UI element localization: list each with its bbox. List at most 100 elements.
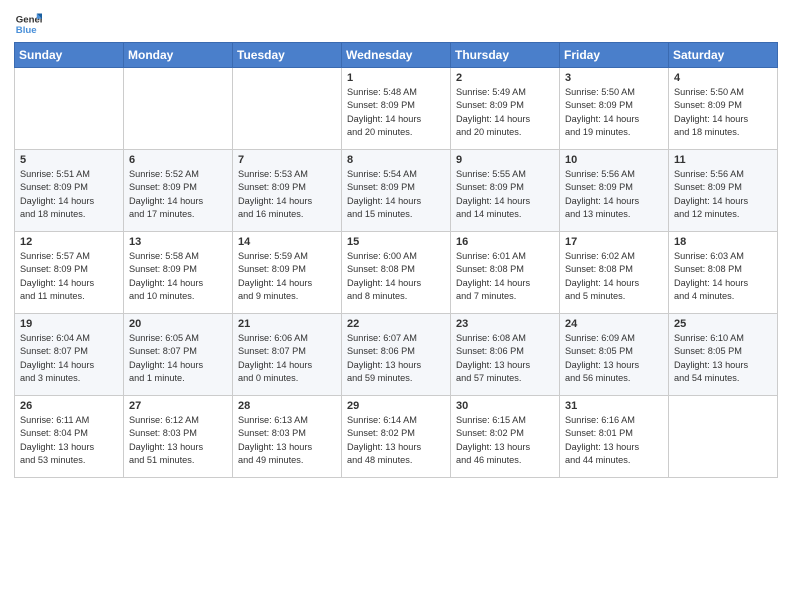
- day-cell: 12Sunrise: 5:57 AM Sunset: 8:09 PM Dayli…: [15, 232, 124, 314]
- day-cell: 26Sunrise: 6:11 AM Sunset: 8:04 PM Dayli…: [15, 396, 124, 478]
- weekday-header-monday: Monday: [124, 43, 233, 68]
- day-info: Sunrise: 5:50 AM Sunset: 8:09 PM Dayligh…: [565, 86, 664, 139]
- day-cell: 4 Sunrise: 5:50 AM Sunset: 8:09 PM Daylig…: [669, 68, 778, 150]
- weekday-header-thursday: Thursday: [451, 43, 560, 68]
- calendar-table: SundayMondayTuesdayWednesdayThursdayFrid…: [14, 42, 778, 478]
- day-cell: 10Sunrise: 5:56 AM Sunset: 8:09 PM Dayli…: [560, 150, 669, 232]
- weekday-header-saturday: Saturday: [669, 43, 778, 68]
- day-info: Sunrise: 6:06 AM Sunset: 8:07 PM Dayligh…: [238, 332, 337, 385]
- day-number: 23: [456, 318, 555, 330]
- day-number: 15: [347, 236, 446, 248]
- day-cell: 22 Sunrise: 6:07 AM Sunset: 8:06 PM Dayli…: [342, 314, 451, 396]
- day-info: Sunrise: 5:49 AM Sunset: 8:09 PM Dayligh…: [456, 86, 555, 139]
- day-number: 16: [456, 236, 555, 248]
- day-info: Sunrise: 6:13 AM Sunset: 8:03 PM Dayligh…: [238, 414, 337, 467]
- day-cell: [669, 396, 778, 478]
- day-info: Sunrise: 5:59 AM Sunset: 8:09 PM Dayligh…: [238, 250, 337, 303]
- day-number: 28: [238, 400, 337, 412]
- weekday-header-wednesday: Wednesday: [342, 43, 451, 68]
- day-info: Sunrise: 6:14 AM Sunset: 8:02 PM Dayligh…: [347, 414, 446, 467]
- logo: General Blue: [14, 10, 42, 38]
- day-info: Sunrise: 5:51 AM Sunset: 8:09 PM Dayligh…: [20, 168, 119, 221]
- day-number: 30: [456, 400, 555, 412]
- day-number: 18: [674, 236, 773, 248]
- day-cell: 29 Sunrise: 6:14 AM Sunset: 8:02 PM Dayli…: [342, 396, 451, 478]
- day-info: Sunrise: 6:03 AM Sunset: 8:08 PM Dayligh…: [674, 250, 773, 303]
- day-cell: [124, 68, 233, 150]
- day-number: 6: [129, 154, 228, 166]
- day-cell: 3 Sunrise: 5:50 AM Sunset: 8:09 PM Daylig…: [560, 68, 669, 150]
- week-row-4: 19Sunrise: 6:04 AM Sunset: 8:07 PM Dayli…: [15, 314, 778, 396]
- day-number: 17: [565, 236, 664, 248]
- day-cell: 24 Sunrise: 6:09 AM Sunset: 8:05 PM Dayli…: [560, 314, 669, 396]
- day-cell: 23 Sunrise: 6:08 AM Sunset: 8:06 PM Dayli…: [451, 314, 560, 396]
- day-info: Sunrise: 5:48 AM Sunset: 8:09 PM Dayligh…: [347, 86, 446, 139]
- header: General Blue: [14, 10, 778, 38]
- day-cell: 31 Sunrise: 6:16 AM Sunset: 8:01 PM Dayli…: [560, 396, 669, 478]
- day-number: 4: [674, 72, 773, 84]
- day-info: Sunrise: 6:07 AM Sunset: 8:06 PM Dayligh…: [347, 332, 446, 385]
- day-cell: 13Sunrise: 5:58 AM Sunset: 8:09 PM Dayli…: [124, 232, 233, 314]
- day-number: 22: [347, 318, 446, 330]
- week-row-5: 26Sunrise: 6:11 AM Sunset: 8:04 PM Dayli…: [15, 396, 778, 478]
- day-info: Sunrise: 5:52 AM Sunset: 8:09 PM Dayligh…: [129, 168, 228, 221]
- day-number: 19: [20, 318, 119, 330]
- day-cell: 7 Sunrise: 5:53 AM Sunset: 8:09 PM Daylig…: [233, 150, 342, 232]
- day-info: Sunrise: 5:53 AM Sunset: 8:09 PM Dayligh…: [238, 168, 337, 221]
- day-cell: 20 Sunrise: 6:05 AM Sunset: 8:07 PM Dayli…: [124, 314, 233, 396]
- day-info: Sunrise: 6:16 AM Sunset: 8:01 PM Dayligh…: [565, 414, 664, 467]
- logo-icon: General Blue: [14, 10, 42, 38]
- day-number: 24: [565, 318, 664, 330]
- day-number: 31: [565, 400, 664, 412]
- day-cell: 21 Sunrise: 6:06 AM Sunset: 8:07 PM Dayli…: [233, 314, 342, 396]
- day-cell: 14 Sunrise: 5:59 AM Sunset: 8:09 PM Dayli…: [233, 232, 342, 314]
- day-cell: 17Sunrise: 6:02 AM Sunset: 8:08 PM Dayli…: [560, 232, 669, 314]
- day-cell: 15Sunrise: 6:00 AM Sunset: 8:08 PM Dayli…: [342, 232, 451, 314]
- day-number: 29: [347, 400, 446, 412]
- day-info: Sunrise: 6:09 AM Sunset: 8:05 PM Dayligh…: [565, 332, 664, 385]
- day-cell: 28 Sunrise: 6:13 AM Sunset: 8:03 PM Dayli…: [233, 396, 342, 478]
- day-cell: 25Sunrise: 6:10 AM Sunset: 8:05 PM Dayli…: [669, 314, 778, 396]
- day-cell: 6 Sunrise: 5:52 AM Sunset: 8:09 PM Daylig…: [124, 150, 233, 232]
- day-cell: 30Sunrise: 6:15 AM Sunset: 8:02 PM Dayli…: [451, 396, 560, 478]
- svg-text:Blue: Blue: [16, 25, 37, 36]
- day-cell: 1 Sunrise: 5:48 AM Sunset: 8:09 PM Daylig…: [342, 68, 451, 150]
- weekday-header-tuesday: Tuesday: [233, 43, 342, 68]
- day-number: 9: [456, 154, 555, 166]
- day-number: 20: [129, 318, 228, 330]
- day-number: 11: [674, 154, 773, 166]
- day-number: 21: [238, 318, 337, 330]
- weekday-header-row: SundayMondayTuesdayWednesdayThursdayFrid…: [15, 43, 778, 68]
- day-info: Sunrise: 6:10 AM Sunset: 8:05 PM Dayligh…: [674, 332, 773, 385]
- day-info: Sunrise: 6:12 AM Sunset: 8:03 PM Dayligh…: [129, 414, 228, 467]
- day-number: 1: [347, 72, 446, 84]
- day-info: Sunrise: 6:08 AM Sunset: 8:06 PM Dayligh…: [456, 332, 555, 385]
- day-number: 26: [20, 400, 119, 412]
- day-number: 5: [20, 154, 119, 166]
- day-info: Sunrise: 5:57 AM Sunset: 8:09 PM Dayligh…: [20, 250, 119, 303]
- day-number: 3: [565, 72, 664, 84]
- day-cell: [233, 68, 342, 150]
- week-row-3: 12Sunrise: 5:57 AM Sunset: 8:09 PM Dayli…: [15, 232, 778, 314]
- day-number: 27: [129, 400, 228, 412]
- day-cell: 5 Sunrise: 5:51 AM Sunset: 8:09 PM Daylig…: [15, 150, 124, 232]
- day-cell: 11 Sunrise: 5:56 AM Sunset: 8:09 PM Dayli…: [669, 150, 778, 232]
- day-number: 14: [238, 236, 337, 248]
- day-cell: 18 Sunrise: 6:03 AM Sunset: 8:08 PM Dayli…: [669, 232, 778, 314]
- day-cell: 16 Sunrise: 6:01 AM Sunset: 8:08 PM Dayli…: [451, 232, 560, 314]
- day-info: Sunrise: 6:01 AM Sunset: 8:08 PM Dayligh…: [456, 250, 555, 303]
- day-cell: 8Sunrise: 5:54 AM Sunset: 8:09 PM Daylig…: [342, 150, 451, 232]
- day-info: Sunrise: 5:56 AM Sunset: 8:09 PM Dayligh…: [565, 168, 664, 221]
- day-number: 7: [238, 154, 337, 166]
- week-row-2: 5 Sunrise: 5:51 AM Sunset: 8:09 PM Daylig…: [15, 150, 778, 232]
- day-number: 2: [456, 72, 555, 84]
- day-info: Sunrise: 5:50 AM Sunset: 8:09 PM Dayligh…: [674, 86, 773, 139]
- day-cell: 27 Sunrise: 6:12 AM Sunset: 8:03 PM Dayli…: [124, 396, 233, 478]
- day-info: Sunrise: 5:56 AM Sunset: 8:09 PM Dayligh…: [674, 168, 773, 221]
- day-info: Sunrise: 5:55 AM Sunset: 8:09 PM Dayligh…: [456, 168, 555, 221]
- day-info: Sunrise: 6:05 AM Sunset: 8:07 PM Dayligh…: [129, 332, 228, 385]
- week-row-1: 1 Sunrise: 5:48 AM Sunset: 8:09 PM Daylig…: [15, 68, 778, 150]
- day-cell: [15, 68, 124, 150]
- day-number: 13: [129, 236, 228, 248]
- weekday-header-sunday: Sunday: [15, 43, 124, 68]
